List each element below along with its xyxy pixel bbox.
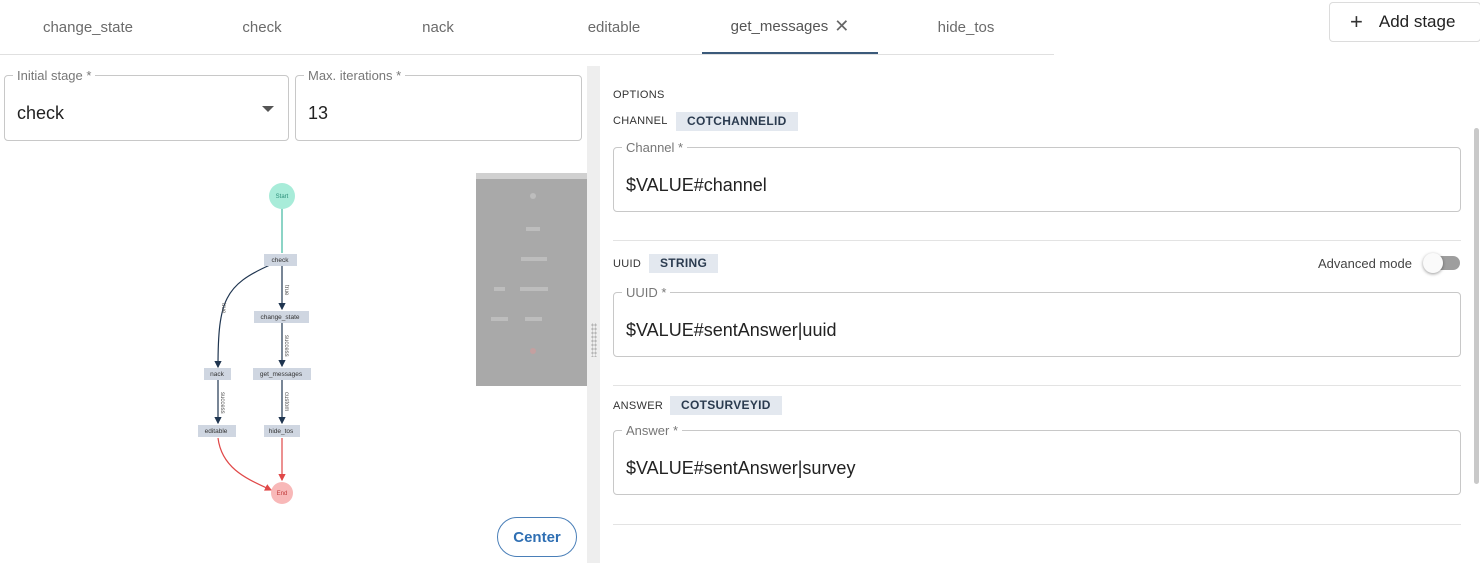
stage-tabs: change_state check nack editable get_mes… (0, 0, 1054, 55)
graph-node-start[interactable]: Start (269, 183, 295, 209)
center-button-label: Center (513, 528, 561, 546)
uuid-field-value: $VALUE#sentAnswer|uuid (626, 320, 837, 340)
option-name-answer: ANSWER (613, 400, 664, 412)
node-label: get_messages (260, 371, 303, 378)
node-label: hide_tos (269, 428, 294, 435)
chevron-down-icon (262, 106, 274, 112)
tab-label: change_state (42, 18, 134, 36)
max-iterations-field[interactable]: Max. iterations * 13 (295, 68, 582, 141)
tab-label: check (242, 18, 282, 36)
tab-label: nack (422, 18, 454, 36)
node-label: Start (276, 194, 289, 200)
graph-node-change-state[interactable]: change_state (254, 311, 309, 323)
minimap-preview (491, 193, 548, 354)
tab-label: editable (587, 18, 641, 36)
graph-minimap[interactable] (476, 173, 587, 386)
type-badge-answer: COTSURVEYID (670, 396, 782, 415)
panel-splitter[interactable] (587, 66, 600, 563)
node-label: change_state (260, 314, 299, 321)
edge-label: true (283, 285, 289, 296)
edge-label: custom (283, 392, 289, 411)
option-name-channel: CHANNEL (613, 115, 668, 127)
tab-hide-tos[interactable]: hide_tos (878, 0, 1054, 54)
graph-node-nack[interactable]: nack (204, 368, 231, 380)
graph-node-hide-tos[interactable]: hide_tos (264, 425, 300, 437)
tab-label: get_messages (730, 17, 829, 35)
max-iterations-label: Max. iterations * (304, 68, 406, 83)
scrollbar[interactable] (1474, 128, 1479, 484)
tab-nack[interactable]: nack (350, 0, 526, 54)
options-heading: OPTIONS (613, 89, 665, 101)
answer-field-label: Answer * (622, 423, 683, 438)
graph-node-get-messages[interactable]: get_messages (253, 368, 311, 380)
graph-node-editable[interactable]: editable (198, 425, 236, 437)
type-badge-channel: COTCHANNELID (676, 112, 798, 131)
edge-label: success (219, 392, 225, 414)
center-button[interactable]: Center (497, 517, 577, 557)
divider (613, 385, 1461, 386)
toggle-knob (1423, 253, 1443, 273)
node-label: editable (205, 428, 228, 435)
divider (613, 524, 1461, 525)
node-label: End (277, 491, 288, 497)
advanced-mode-toggle[interactable] (1423, 253, 1460, 273)
answer-field-value: $VALUE#sentAnswer|survey (626, 458, 856, 478)
node-label: check (272, 257, 290, 264)
tab-get-messages[interactable]: get_messages ✕ (702, 0, 878, 54)
add-stage-button[interactable]: + Add stage (1329, 2, 1480, 42)
close-icon[interactable]: ✕ (834, 17, 849, 35)
add-stage-label: Add stage (1378, 12, 1456, 31)
graph-node-end[interactable]: End (271, 482, 293, 504)
advanced-mode-label: Advanced mode (1318, 256, 1412, 271)
channel-field-label: Channel * (622, 140, 688, 155)
node-label: nack (210, 371, 224, 378)
tab-change-state[interactable]: change_state (0, 0, 176, 54)
initial-stage-value: check (17, 103, 65, 123)
edge-editable-end (217, 437, 273, 491)
drag-handle-icon[interactable] (591, 323, 597, 357)
max-iterations-value: 13 (308, 103, 329, 123)
initial-stage-select[interactable]: Initial stage * check (4, 68, 289, 141)
divider (613, 240, 1461, 241)
channel-field-value: $VALUE#channel (626, 175, 767, 195)
answer-field[interactable]: Answer * $VALUE#sentAnswer|survey (613, 423, 1461, 495)
channel-field[interactable]: Channel * $VALUE#channel (613, 140, 1461, 212)
type-badge-uuid: STRING (649, 254, 719, 273)
plus-icon: + (1350, 9, 1363, 34)
tab-editable[interactable]: editable (526, 0, 702, 54)
uuid-field[interactable]: UUID * $VALUE#sentAnswer|uuid (613, 285, 1461, 357)
edge-label: true (220, 303, 226, 314)
edge-label: success (283, 335, 289, 357)
initial-stage-label: Initial stage * (13, 68, 96, 83)
tab-label: hide_tos (937, 18, 995, 36)
graph-node-check[interactable]: check (264, 254, 297, 266)
option-name-uuid: UUID (613, 258, 642, 270)
uuid-field-label: UUID * (622, 285, 671, 300)
tab-check[interactable]: check (174, 0, 350, 54)
